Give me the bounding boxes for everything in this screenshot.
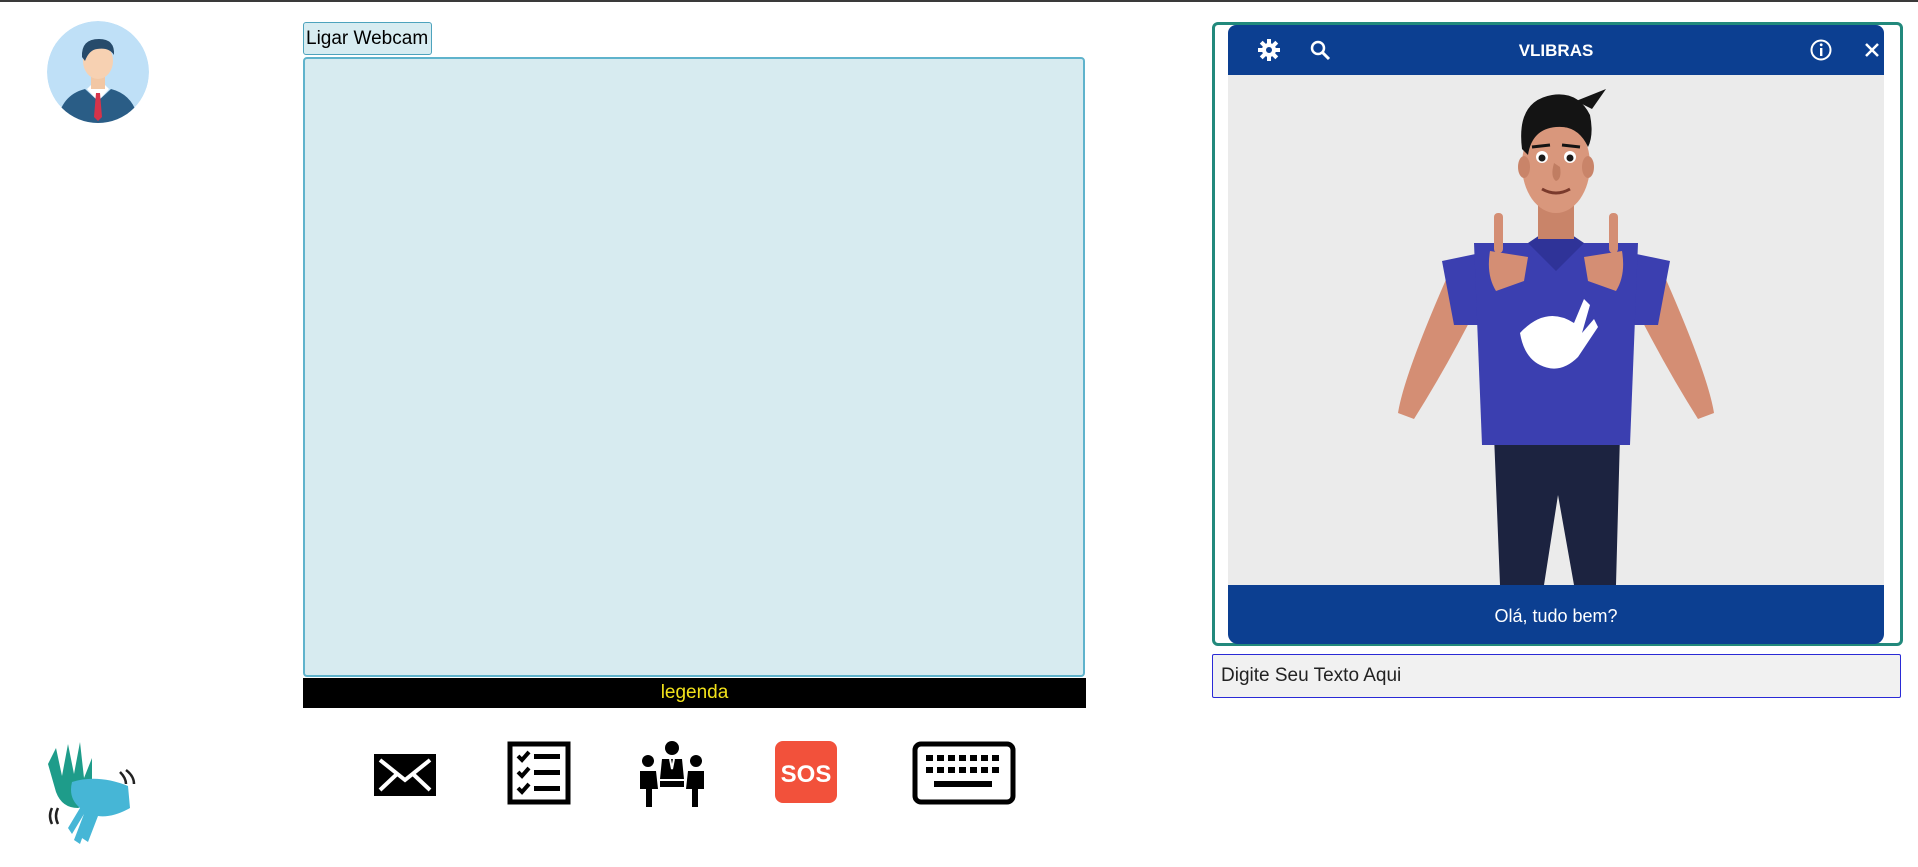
webcam-video-area [303, 57, 1085, 677]
meeting-icon [640, 741, 704, 807]
vlibras-avatar-stage [1228, 75, 1884, 585]
checklist-button[interactable] [507, 741, 571, 805]
libras-hands-logo [42, 738, 140, 855]
meeting-button[interactable] [638, 739, 706, 807]
signing-avatar [1398, 89, 1714, 585]
search-icon[interactable] [1308, 38, 1332, 62]
user-avatar [47, 21, 149, 123]
sos-button[interactable]: SOS [774, 740, 838, 804]
vlibras-header: VLIBRAS [1228, 25, 1884, 75]
gear-icon[interactable] [1257, 38, 1281, 62]
window-top-border [0, 0, 1918, 2]
keyboard-button[interactable] [912, 741, 1016, 805]
sos-label: SOS [781, 761, 832, 788]
checklist-icon [507, 741, 571, 805]
businessman-icon [47, 21, 149, 123]
close-icon[interactable] [1860, 38, 1884, 62]
vlibras-caption: Olá, tudo bem? [1228, 585, 1884, 644]
info-icon[interactable] [1809, 38, 1833, 62]
sos-icon: SOS [775, 741, 837, 803]
caption-bar: legenda [303, 678, 1086, 708]
keyboard-icon [912, 741, 1016, 805]
mail-button[interactable] [372, 752, 438, 798]
turn-on-webcam-button[interactable]: Ligar Webcam [303, 22, 432, 55]
mail-icon [374, 754, 436, 796]
text-input[interactable] [1212, 654, 1901, 698]
sign-language-hands-icon [48, 742, 136, 844]
